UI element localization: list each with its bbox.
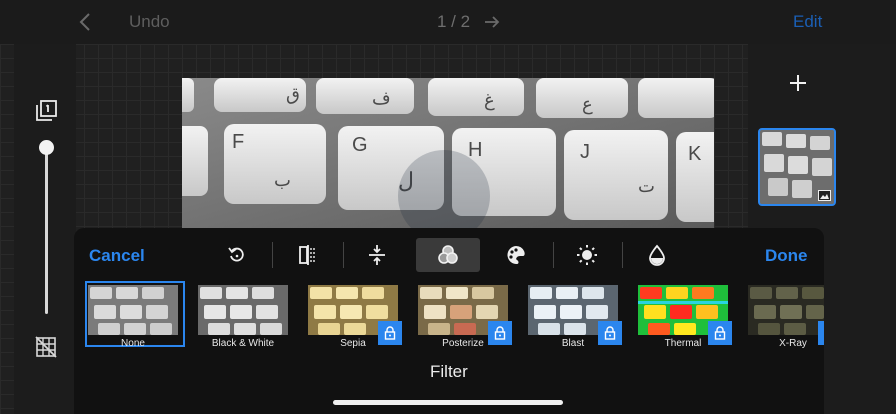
filter-label: Thermal	[664, 338, 702, 349]
filter-thumbnail	[88, 285, 178, 335]
svg-text:J: J	[580, 141, 590, 163]
toolbar-divider	[553, 242, 554, 268]
cancel-button[interactable]: Cancel	[89, 246, 145, 266]
brightness-icon[interactable]	[555, 238, 619, 272]
svg-text:H: H	[468, 139, 482, 161]
filter-label: Posterize	[442, 338, 484, 349]
svg-text:G: G	[352, 134, 368, 156]
svg-text:ف: ف	[372, 88, 391, 108]
svg-text:ع: ع	[582, 94, 593, 115]
saturation-icon[interactable]	[625, 238, 689, 272]
svg-text:F: F	[232, 131, 244, 153]
add-page-icon[interactable]	[787, 72, 809, 94]
opacity-slider-track[interactable]	[45, 150, 48, 314]
panel-title: Filter	[430, 362, 468, 381]
filter-label: None	[121, 338, 145, 349]
opacity-slider-knob[interactable]	[39, 140, 54, 155]
svg-text:غ: غ	[484, 90, 495, 111]
forward-arrow-icon[interactable]	[482, 12, 502, 32]
svg-text:ق: ق	[286, 84, 300, 104]
filter-option-x-ray[interactable]: X-Ray	[748, 285, 840, 351]
undo-button[interactable]: Undo	[129, 12, 170, 32]
filter-option-blast[interactable]: Blast	[528, 285, 622, 351]
toolbar-divider	[343, 242, 344, 268]
filter-label: Sepia	[340, 338, 366, 349]
back-chevron-icon[interactable]	[76, 10, 96, 34]
svg-text:ب: ب	[274, 170, 291, 190]
home-indicator[interactable]	[333, 400, 563, 405]
done-button[interactable]: Done	[765, 246, 808, 266]
page-indicator: 1 / 2	[437, 12, 471, 31]
image-badge-icon	[818, 190, 831, 201]
page-thumbnail-selected[interactable]	[758, 128, 836, 206]
filter-option-posterize[interactable]: Posterize	[418, 285, 512, 351]
filter-option-thermal[interactable]: Thermal	[638, 285, 732, 351]
edit-button[interactable]: Edit	[793, 12, 822, 32]
straighten-icon[interactable]	[345, 238, 409, 272]
layers-icon[interactable]	[34, 99, 58, 123]
filter-option-none[interactable]: None	[85, 281, 185, 351]
filter-label: X-Ray	[779, 338, 807, 349]
rotate-icon[interactable]	[205, 238, 269, 272]
filter-option-black-white[interactable]: Black & White	[198, 285, 290, 351]
palette-icon[interactable]	[484, 238, 548, 272]
filter-label: Blast	[561, 338, 585, 349]
top-bar: Undo 1 / 2 Edit	[0, 0, 896, 44]
filter-icon[interactable]	[416, 238, 480, 272]
filter-thumbnail	[198, 285, 288, 335]
svg-text:ت: ت	[638, 176, 655, 196]
toolbar-divider	[272, 242, 273, 268]
flip-icon[interactable]	[276, 238, 340, 272]
photo-preview[interactable]: F G H J K ق ف غ ع ل ب ت	[182, 78, 714, 230]
grid-off-icon[interactable]	[34, 335, 58, 359]
svg-text:K: K	[688, 143, 702, 165]
filter-option-sepia[interactable]: Sepia	[308, 285, 402, 351]
filter-thumbnail	[748, 285, 824, 335]
filter-label: Black & White	[211, 338, 275, 349]
toolbar-divider	[622, 242, 623, 268]
